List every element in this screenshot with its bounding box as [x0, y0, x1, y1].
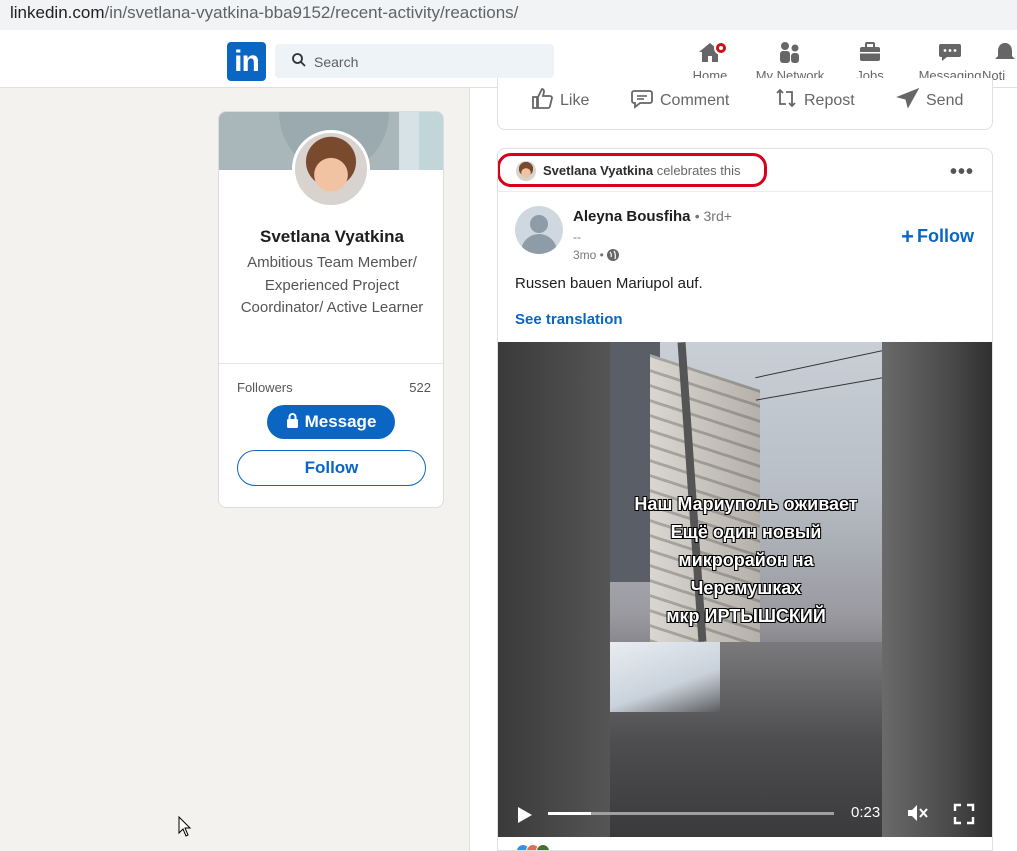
bell-icon — [995, 43, 1015, 59]
search-placeholder: Search — [314, 54, 359, 70]
feed-post: Svetlana Vyatkina celebrates this ••• Al… — [497, 148, 993, 851]
author-avatar[interactable] — [515, 206, 563, 254]
post-text: Russen bauen Mariupol auf. — [515, 275, 703, 292]
post-time-text: 3mo • — [573, 248, 604, 262]
like-icon — [532, 88, 553, 109]
more-options-icon[interactable]: ••• — [950, 161, 974, 184]
profile-follow-button[interactable]: Follow — [237, 450, 426, 486]
video-blur-right — [882, 342, 992, 837]
video-blur-left — [498, 342, 610, 837]
fullscreen-icon[interactable] — [953, 803, 975, 825]
caption-line: микрорайон на — [678, 550, 814, 570]
comment-button[interactable]: Comment — [630, 86, 729, 112]
search-icon — [292, 53, 306, 67]
author-subtitle: -- — [573, 230, 581, 244]
followers-label: Followers — [237, 380, 293, 395]
notification-badge — [714, 41, 728, 55]
message-button-label: Message — [304, 412, 377, 431]
video-player[interactable]: Наш Мариуполь оживает Ещё один новый мик… — [498, 342, 992, 837]
divider — [498, 191, 992, 192]
reactor-avatar[interactable] — [516, 161, 536, 181]
play-icon[interactable] — [516, 805, 534, 825]
lock-icon — [286, 413, 298, 428]
author-name[interactable]: Aleyna Bousfiha • 3rd+ — [573, 208, 732, 225]
browser-address-bar[interactable]: linkedin.com/in/svetlana-vyatkina-bba915… — [0, 0, 1017, 30]
repost-label: Repost — [804, 92, 855, 109]
linkedin-logo[interactable]: in — [227, 42, 266, 81]
comment-label: Comment — [660, 92, 730, 109]
author-name-text: Aleyna Bousfiha — [573, 208, 691, 225]
like-button[interactable]: Like — [530, 86, 589, 112]
briefcase-icon — [860, 42, 880, 61]
video-controls: 0:23 — [498, 792, 992, 837]
globe-icon — [606, 249, 619, 261]
send-label: Send — [926, 92, 964, 109]
post-time: 3mo • — [573, 248, 620, 262]
profile-card: Svetlana Vyatkina Ambitious Team Member/… — [218, 111, 444, 508]
see-translation-link[interactable]: See translation — [515, 311, 623, 328]
chat-icon — [939, 44, 961, 61]
url-text[interactable]: linkedin.com/in/svetlana-vyatkina-bba915… — [10, 3, 518, 23]
video-progress-fill — [548, 812, 591, 815]
reaction-icons[interactable] — [516, 844, 550, 850]
plus-icon: + — [901, 224, 914, 249]
caption-line: Наш Мариуполь оживает — [634, 494, 858, 514]
caption-line: Черемушках — [690, 578, 802, 598]
reactor-action: celebrates this — [656, 163, 741, 178]
comment-icon — [631, 90, 653, 109]
connection-degree: • 3rd+ — [694, 208, 732, 224]
search-input[interactable]: Search — [275, 44, 554, 78]
like-label: Like — [560, 92, 590, 109]
send-icon — [896, 87, 920, 109]
message-button[interactable]: Message — [267, 405, 395, 439]
repost-button[interactable]: Repost — [774, 86, 855, 112]
url-host: linkedin.com — [10, 3, 105, 22]
url-path: /in/svetlana-vyatkina-bba9152/recent-act… — [104, 3, 519, 22]
reaction-header: Svetlana Vyatkina celebrates this — [516, 161, 741, 183]
send-button[interactable]: Send — [896, 86, 963, 112]
mute-icon[interactable] — [906, 802, 928, 824]
author-follow-button[interactable]: + Follow — [901, 224, 974, 250]
caption-line: Ещё один новый — [670, 522, 822, 542]
video-caption: Наш Мариуполь оживает Ещё один новый мик… — [610, 490, 882, 630]
followers-count: 522 — [409, 380, 431, 395]
divider — [219, 363, 443, 364]
profile-headline: Ambitious Team Member/ Experienced Proje… — [240, 254, 424, 316]
celebrate-reaction-icon — [536, 844, 550, 850]
reactor-name[interactable]: Svetlana Vyatkina — [543, 163, 653, 178]
post-action-bar: Like Comment Repost Send — [497, 78, 993, 130]
repost-icon — [776, 88, 796, 108]
video-progress-bar[interactable] — [548, 812, 834, 815]
profile-avatar[interactable] — [292, 130, 370, 208]
caption-line: мкр ИРТЫШСКИЙ — [666, 606, 826, 626]
network-icon — [780, 42, 799, 63]
profile-name[interactable]: Svetlana Vyatkina — [219, 227, 443, 247]
video-time: 0:23 — [851, 804, 881, 821]
mouse-cursor-icon — [178, 816, 192, 837]
author-follow-label: Follow — [917, 226, 974, 246]
